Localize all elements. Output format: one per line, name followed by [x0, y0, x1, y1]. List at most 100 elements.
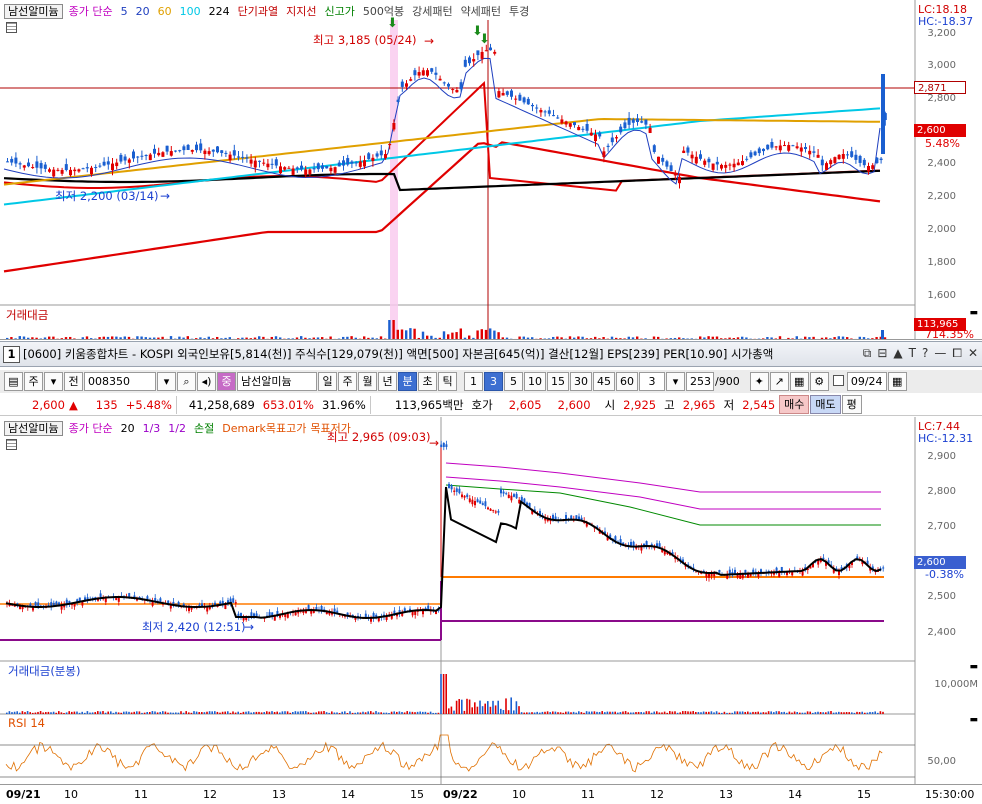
- interval-5[interactable]: 5: [504, 372, 523, 391]
- volume-bar: [833, 337, 836, 339]
- candle-body: [453, 490, 456, 492]
- period-tick[interactable]: 틱: [438, 372, 457, 391]
- grid-toggle-icon[interactable]: [6, 22, 17, 36]
- speaker-icon[interactable]: ◂): [197, 372, 216, 391]
- volume-bar: [786, 712, 788, 714]
- volume-bar: [678, 337, 681, 339]
- volume-bar: [666, 712, 668, 714]
- bottom-grid-toggle-icon[interactable]: [6, 439, 17, 453]
- volume-bar: [518, 706, 520, 714]
- candle-body: [207, 151, 211, 155]
- bottom-candle-chart[interactable]: → →: [0, 417, 982, 784]
- volume-bar: [329, 336, 332, 339]
- interval-1[interactable]: 1: [464, 372, 483, 391]
- svg-text:⬇: ⬇: [479, 32, 490, 47]
- favorite-icon[interactable]: 중: [217, 372, 236, 391]
- interval-3[interactable]: 3: [484, 372, 503, 391]
- volume-bar: [879, 711, 882, 714]
- split-icon[interactable]: ⊟: [877, 346, 887, 361]
- interval-60[interactable]: 60: [616, 372, 638, 391]
- even-button[interactable]: 평: [841, 395, 862, 414]
- volume-bar: [856, 711, 858, 714]
- search-icon[interactable]: ⌕: [177, 372, 196, 391]
- period-year[interactable]: 년: [378, 372, 397, 391]
- volume-bar: [48, 336, 51, 339]
- volume-bar: [149, 711, 151, 714]
- pin-icon[interactable]: ▲: [893, 346, 902, 361]
- volume-bar: [575, 712, 577, 714]
- maximize-icon[interactable]: ⧠: [952, 346, 962, 361]
- rsi-pane-menu-icon[interactable]: ▬: [969, 715, 978, 725]
- candle-body: [518, 94, 522, 101]
- volume-bar: [640, 712, 642, 714]
- legend-500-candle: 500억봉: [362, 5, 405, 18]
- top-candle-chart[interactable]: ⬇ ⬇ ⬇ → →: [0, 0, 982, 340]
- top-chart-pane[interactable]: ⬇ ⬇ ⬇ → → 남선알미늄 종가 단순 5 20 60 100 224 단기…: [0, 0, 982, 340]
- candle-body: [497, 91, 501, 98]
- buy-button[interactable]: 매수: [779, 395, 810, 414]
- draw-icon[interactable]: ↗: [769, 372, 789, 391]
- type-select[interactable]: 주: [24, 372, 43, 391]
- layout-icon[interactable]: ▦: [789, 372, 809, 391]
- volume-bar: [442, 674, 445, 714]
- candle-body: [728, 164, 732, 166]
- candle-body: [513, 494, 515, 497]
- candle-body: [31, 167, 35, 169]
- candle-body: [161, 152, 165, 157]
- bars-display-input[interactable]: 253: [686, 372, 714, 391]
- candle-body: [245, 157, 249, 159]
- time-axis: 09/21 10 11 12 13 14 15 09/22 10 11 12 1…: [0, 784, 982, 804]
- volume-bar: [682, 338, 685, 339]
- minimize-icon[interactable]: —: [934, 346, 946, 361]
- close-icon[interactable]: ✕: [968, 346, 978, 361]
- volume-bar: [723, 711, 726, 714]
- interval-45[interactable]: 45: [593, 372, 615, 391]
- volume-bar: [559, 712, 562, 714]
- volume-bar: [812, 712, 814, 714]
- window-controls: ⧉ ⊟ ▲ T ? — ⧠ ✕: [863, 346, 978, 361]
- all-button[interactable]: 전: [64, 372, 83, 391]
- volume-bar: [715, 336, 719, 339]
- font-icon[interactable]: T: [909, 346, 916, 361]
- top-stock-name[interactable]: 남선알미늄: [4, 3, 63, 19]
- sell-button[interactable]: 매도: [810, 395, 841, 414]
- settings-icon[interactable]: ⚙: [809, 372, 829, 391]
- menu-icon[interactable]: ▤: [4, 372, 23, 391]
- candle-body: [253, 160, 257, 168]
- date-checkbox[interactable]: [832, 374, 844, 389]
- stock-code-input[interactable]: 008350: [84, 372, 156, 391]
- interval-15[interactable]: 15: [547, 372, 569, 391]
- time-label: 15: [857, 788, 871, 801]
- candle-body: [461, 494, 463, 498]
- window-titlebar[interactable]: 1 [0600] 키움종합차트 - KOSPI 외국인보유[5,814(천)] …: [0, 341, 982, 367]
- volume-bar: [560, 337, 563, 339]
- count-dropdown-icon[interactable]: ▾: [666, 372, 685, 391]
- bottom-chart-pane[interactable]: → → 남선알미늄 종가 단순 20 1/3 1/2 손절 Demark목표고가…: [0, 417, 982, 784]
- period-week[interactable]: 주: [338, 372, 357, 391]
- y-tick: 1,600: [927, 290, 956, 301]
- volume-bar: [91, 712, 94, 714]
- indicator-icon[interactable]: ✦: [749, 372, 769, 391]
- type-dropdown-icon[interactable]: ▾: [44, 372, 63, 391]
- period-day[interactable]: 일: [318, 372, 337, 391]
- period-month[interactable]: 월: [358, 372, 377, 391]
- volume-bar: [85, 336, 89, 339]
- interval-10[interactable]: 10: [524, 372, 546, 391]
- volume-bar: [778, 336, 782, 339]
- count-select[interactable]: 3: [639, 372, 665, 391]
- link-icon[interactable]: ⧉: [863, 346, 872, 361]
- candle-body: [497, 510, 500, 513]
- help-icon[interactable]: ?: [922, 346, 928, 361]
- period-minute[interactable]: 분: [398, 372, 417, 391]
- period-second[interactable]: 초: [418, 372, 437, 391]
- candle-body: [686, 147, 690, 153]
- calendar-icon[interactable]: ▦: [887, 372, 907, 391]
- volume-bar: [434, 337, 437, 339]
- candle-body: [539, 109, 543, 113]
- interval-30[interactable]: 30: [570, 372, 592, 391]
- bottom-stock-name[interactable]: 남선알미늄: [4, 420, 63, 436]
- code-dropdown-icon[interactable]: ▾: [157, 372, 176, 391]
- pane-menu-icon[interactable]: ▬: [969, 308, 978, 318]
- volume-pane-menu-icon[interactable]: ▬: [969, 662, 978, 672]
- date-input[interactable]: 09/24: [846, 372, 887, 391]
